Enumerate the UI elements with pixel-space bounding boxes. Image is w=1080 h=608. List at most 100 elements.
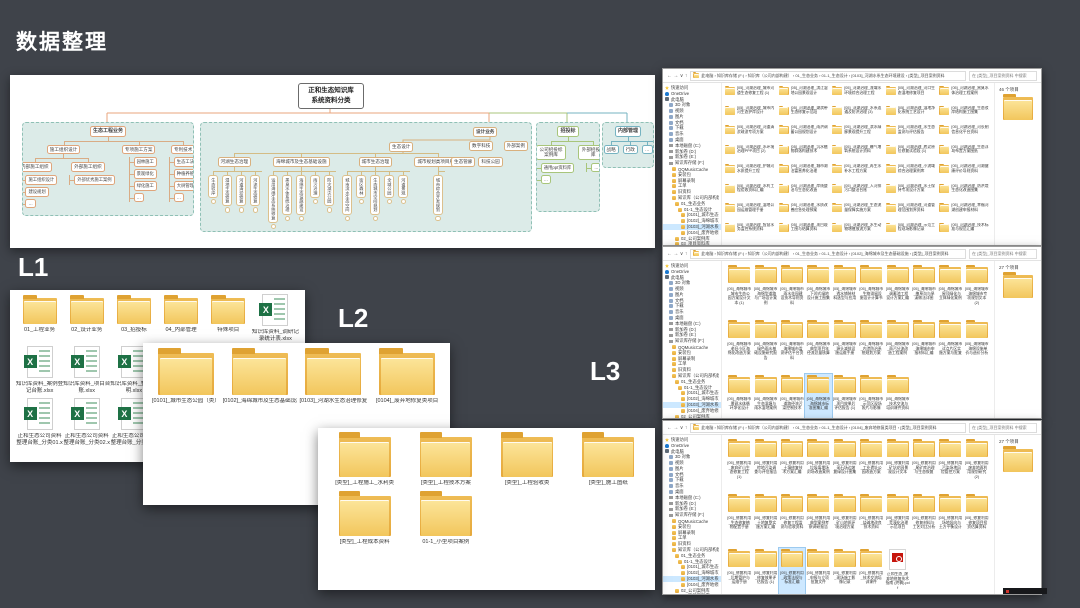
- folder-item[interactable]: [05]_河湖治理_湿地公园运维管理手册: [724, 202, 778, 222]
- search-box[interactable]: 在 [类型]_项目案例资料 中搜索: [969, 71, 1037, 81]
- folder-item[interactable]: [05]_修复利用_尾矿库治理与生态恢复: [911, 438, 937, 493]
- folder-item[interactable]: [05]_海绵城市_技术交流与培训课件资料: [884, 374, 910, 418]
- folder-item[interactable]: 02_设计业务: [63, 294, 110, 342]
- folder-item[interactable]: [05]_河湖治理_示范工程现场影像记录: [885, 222, 939, 242]
- folder-item[interactable]: [类型]_工程施工_水利类: [324, 432, 405, 487]
- search-box[interactable]: 在 [类型]_项目案例资料 中搜索: [969, 423, 1037, 433]
- folder-item[interactable]: [05]_河湖治理_城市湖泊富营养化治理: [778, 163, 832, 183]
- folder-item[interactable]: [05]_修复利用_矿坑花园景观设计文本: [884, 438, 910, 493]
- folder-item[interactable]: [05]_河湖治理_河道清淤疏浚专项方案: [724, 124, 778, 144]
- folder-item[interactable]: [05]_修复利用_申报与立项批复文件: [805, 548, 831, 594]
- folder-item[interactable]: [05]_河湖治理_河口生态湿地修复项目: [885, 85, 939, 105]
- folder-item[interactable]: [05]_海绵城市_示范区现场照片与影像: [858, 374, 884, 418]
- folder-item[interactable]: [05]_修复利用_垃圾填埋场封场改造案例: [805, 438, 831, 493]
- folder-item[interactable]: [05]_海绵城市_项目效果后评估报告 (1): [832, 374, 858, 418]
- folder-item[interactable]: [05]_海绵城市_雨污分流改造工程案例: [884, 319, 910, 374]
- folder-item[interactable]: [05]_河湖治理_城市河道生态修复工程 (1): [724, 85, 778, 105]
- folder-item[interactable]: [05]_海绵城市_海绵城市申报材料汇编: [911, 319, 937, 374]
- folder-item[interactable]: [05]_海绵城市_源头减排设施运维手册: [832, 319, 858, 374]
- folder-item[interactable]: [05]_修复利用_采石场边坡复绿设计图集: [832, 438, 858, 493]
- folder-item[interactable]: [05]_修复利用_修复效果评估报告 (1): [752, 548, 778, 594]
- excel-file-item[interactable]: 正和生态公司资料整理台账_分类02.xlsx: [63, 398, 110, 446]
- folder-item[interactable]: 04_内部管理: [158, 294, 205, 342]
- folder-item[interactable]: [05]_河湖治理_水质改善应急处理预案: [778, 202, 832, 222]
- excel-file-item[interactable]: 正和生态公司资料整理台账_分类01.xlsx: [16, 398, 63, 446]
- folder-item[interactable]: [05]_修复利用_技术交流培训课件: [858, 548, 884, 594]
- folder-item[interactable]: [05]_海绵城市_海绵城市标准图集汇编: [805, 374, 831, 418]
- address-bar[interactable]: 此电脑 › 知识库存储 (F:) › 知识库（公司内部构建） › 01_生态业务…: [690, 71, 966, 81]
- folder-item[interactable]: [05]_河湖治理_生态驳岸结构施工图集: [938, 105, 992, 125]
- folder-item[interactable]: [类型]_工程验收类: [487, 432, 568, 487]
- folder-item[interactable]: [05]_河湖治理_小流域综合治理案例库: [885, 163, 939, 183]
- folder-item[interactable]: [05]_修复利用_后期管护与运维手册: [726, 548, 752, 594]
- folder-item[interactable]: [类型]_工程技术方案: [405, 432, 486, 487]
- folder-item[interactable]: [05]_河湖治理_入河排污口整治台账: [831, 183, 885, 203]
- folder-item[interactable]: [05]_海绵城市_城市生态公园方案设计文本 (1): [726, 264, 752, 319]
- folder-item[interactable]: [类型]_工程成本资料: [324, 491, 405, 546]
- folder-item[interactable]: [05]_海绵城市_生态湿塘与雨水湿地案例: [752, 374, 778, 418]
- folder-item[interactable]: [类型]_施工图纸: [568, 432, 649, 487]
- folder-item[interactable]: [05]_修复利用_废弃矿山生态修复工程 (1): [726, 438, 752, 493]
- folder-item[interactable]: [05]_河湖治理_河道管理范围划界资料: [885, 202, 939, 222]
- folder-item[interactable]: [05]_修复利用_典型案例考察调研报告: [805, 493, 831, 548]
- folder-item[interactable]: [05]_修复利用_废弃地再利用规划研究 (2): [964, 438, 990, 493]
- folder-item[interactable]: 01-1_小型项目案例: [405, 491, 486, 546]
- folder-item[interactable]: [05]_修复利用_政策法规与标准汇编: [779, 548, 805, 594]
- folder-item[interactable]: [05]_海绵城市_透水铺装材料选型与应用: [832, 264, 858, 319]
- folder-item[interactable]: [05]_河湖治理_智慧水务监控系统资料: [724, 222, 778, 242]
- sidebar-item[interactable]: 02_公司案例库: [663, 414, 721, 418]
- folder-item[interactable]: [0103]_河湖水生态治理修复: [297, 347, 371, 405]
- folder-item[interactable]: [05]_修复利用_场地竖向与土方平衡设计: [937, 493, 963, 548]
- folder-item[interactable]: [05]_河湖治理_技术标准与规范汇编: [938, 222, 992, 242]
- excel-file-item[interactable]: 知识库资料_调研记录统计表.xlsx: [252, 294, 299, 342]
- folder-item[interactable]: [05]_海绵城市_试点片区实施方案与批复: [937, 319, 963, 374]
- nav-arrows[interactable]: ← → ∨ ↑: [667, 73, 687, 79]
- folder-item[interactable]: [05]_河湖治理_生态流量保障实施方案: [831, 202, 885, 222]
- folder-item[interactable]: [05]_河湖治理_水环境治理PPP项目 (2): [724, 144, 778, 164]
- folder-item[interactable]: [05]_河湖治理_再生水补水工程方案: [831, 163, 885, 183]
- folder-item[interactable]: [05]_海绵城市_典型项目年径流总量核算: [805, 319, 831, 374]
- folder-item[interactable]: [05]_河湖治理_水生动物增殖放流方案: [831, 222, 885, 242]
- folder-item[interactable]: [05]_海绵城市_内涝防治系统规划方案: [858, 319, 884, 374]
- folder-item[interactable]: [05]_河湖治理_曝气增氧系统设计资料: [831, 144, 885, 164]
- folder-item[interactable]: [05]_修复利用_污染场地风险管控方案: [937, 438, 963, 493]
- folder-item[interactable]: [05]_修复利用_生态修复植物配置手册: [726, 493, 752, 548]
- folder-item[interactable]: [05]_河湖治理_岸线整治与生态化改造: [778, 183, 832, 203]
- folder-item[interactable]: [05]_修复利用_盐碱地改良技术资料: [858, 493, 884, 548]
- folder-item[interactable]: [05]_河湖治理_防洪堤生态化改造图集: [938, 183, 992, 203]
- folder-item[interactable]: [05]_河湖治理_雨洪调蓄公园规划设计: [778, 124, 832, 144]
- folder-item[interactable]: 03_招投标: [110, 294, 157, 342]
- folder-item[interactable]: [05]_修复利用_修复项目投资估算资料: [964, 493, 990, 548]
- folder-item[interactable]: [0104]_废弃地修复类项目: [370, 347, 444, 405]
- folder-item[interactable]: [05]_海绵城市_生物滞留设施设计计算书: [858, 264, 884, 319]
- folder-item[interactable]: [05]_海绵城市_海绵设施单价与造价分析: [964, 319, 990, 374]
- excel-file-item[interactable]: 知识库资料_项目台账.xlsx: [63, 346, 110, 394]
- folder-item[interactable]: [05]_河湖治理_水系连通及防洪治理 (3): [831, 105, 885, 125]
- folder-item[interactable]: [05]_河湖治理_沉水植物群落构建技术: [778, 144, 832, 164]
- folder-item[interactable]: [05]_河湖治理_黑臭水体治理工程案例: [938, 85, 992, 105]
- folder-item[interactable]: [05]_修复利用_荒漠化治理示范项目: [884, 493, 910, 548]
- folder-item[interactable]: [05]_修复利用_土地复垦实施方案汇编: [752, 493, 778, 548]
- folder-item[interactable]: [05]_河湖治理_湿地净化系统工艺设计: [885, 105, 939, 125]
- folder-item[interactable]: [05]_海绵城市_调蓄池工程设计方案汇编: [884, 264, 910, 319]
- nav-arrows[interactable]: ← → ∨ ↑: [667, 425, 687, 431]
- sidebar-item[interactable]: 03_项目资料库: [663, 242, 721, 245]
- search-box[interactable]: 在 [类型]_项目案例资料 中搜索: [969, 249, 1037, 259]
- pdf-file-item[interactable]: 正和生态_废弃地修复技术指南 (终稿).pdf: [884, 548, 910, 594]
- address-bar[interactable]: 此电脑 › 知识库存储 (F:) › 知识库（公司内部构建） › 01_生态业务…: [690, 249, 966, 259]
- folder-item[interactable]: [05]_河湖治理_水生态监测与评估报告: [885, 124, 939, 144]
- folder-item[interactable]: [05]_海绵城市_海绵城市专项规划文本 (2): [964, 264, 990, 319]
- folder-item[interactable]: [05]_河湖治理_水土保持专项设计方案: [885, 183, 939, 203]
- folder-item[interactable]: [05]_河湖治理_河长制信息化平台资料: [938, 124, 992, 144]
- folder-item[interactable]: [05]_河湖治理_滨水绿廊景观提升工程: [831, 124, 885, 144]
- folder-item[interactable]: [05]_河湖治理_项目竣工图与结算资料: [778, 222, 832, 242]
- folder-item[interactable]: [05]_海绵城市_绿色雨水基础设施研究报告: [752, 319, 778, 374]
- folder-item[interactable]: [05]_海绵城市_下凹式绿地设计施工图集: [805, 264, 831, 319]
- folder-item[interactable]: [05]_修复利用_现场施工影像记录: [832, 548, 858, 594]
- folder-item[interactable]: [05]_修复利用_矿山地质环境治理方案: [832, 493, 858, 548]
- excel-file-item[interactable]: 知识库资料_案例登记台账.xlsx: [16, 346, 63, 394]
- folder-item[interactable]: 01_工程业务: [16, 294, 63, 342]
- nav-arrows[interactable]: ← → ∨ ↑: [667, 251, 687, 257]
- folder-item[interactable]: [05]_海绵城市_雨水花园建设技术导则资料: [779, 264, 805, 319]
- folder-item[interactable]: [05]_海绵城市_老旧小区海绵化改造方案: [726, 319, 752, 374]
